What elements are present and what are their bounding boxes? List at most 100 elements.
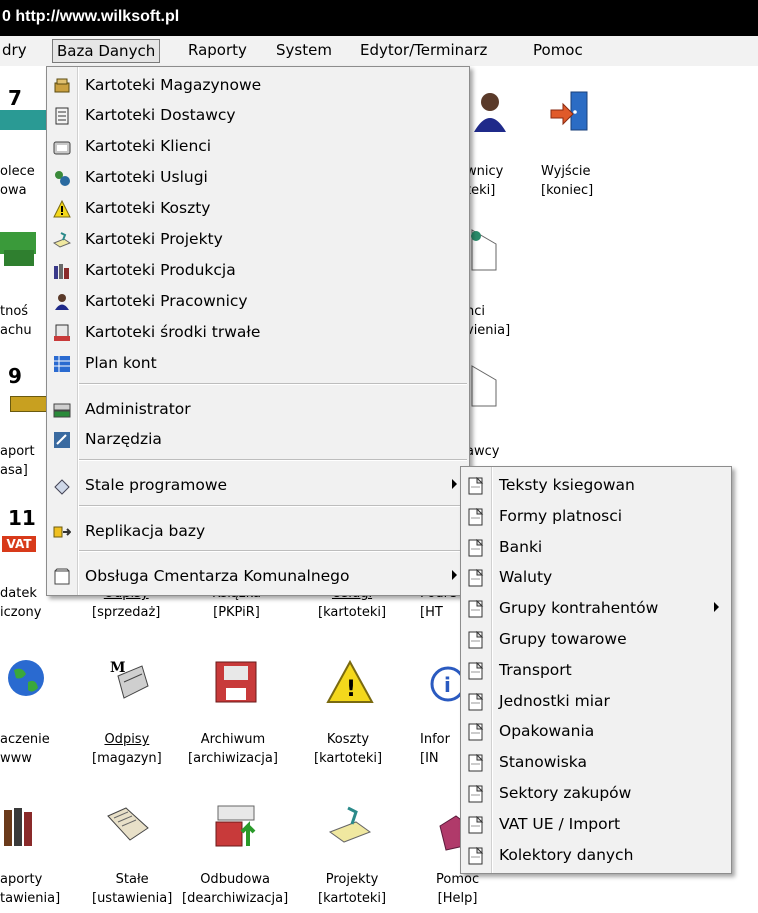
desk-label-koszty[interactable]: Koszty [kartoteki] bbox=[314, 730, 382, 768]
desk-label-platnosci[interactable]: tnoś achu bbox=[0, 302, 32, 340]
menu-kadry[interactable]: dry bbox=[2, 41, 27, 59]
desk-label-dostawcy[interactable]: awcy bbox=[466, 442, 499, 461]
books-icon[interactable] bbox=[2, 802, 50, 850]
menu-item-plan-kont[interactable]: Plan kont bbox=[47, 349, 469, 379]
submenu-item-waluty[interactable]: Waluty bbox=[461, 563, 731, 593]
warehouse-icon bbox=[54, 78, 70, 93]
number-11-label: 11 bbox=[8, 506, 36, 530]
submenu-item-transport[interactable]: Transport bbox=[461, 656, 731, 686]
menu-item-stale-programowe[interactable]: Stale programowe bbox=[47, 471, 469, 501]
submenu-item-label: Teksty ksiegowan bbox=[499, 476, 635, 494]
submenu-item-sektory-zakup-w[interactable]: Sektory zakupów bbox=[461, 779, 731, 809]
floppy-icon[interactable] bbox=[212, 658, 260, 706]
menu-item-replikacja-bazy[interactable]: Replikacja bazy bbox=[47, 517, 469, 547]
services-icon bbox=[55, 171, 70, 186]
submenu-item-teksty-ksiegowan[interactable]: Teksty ksiegowan bbox=[461, 471, 731, 501]
document-icon bbox=[468, 815, 484, 834]
printer-icon[interactable]: M bbox=[104, 656, 152, 704]
desk-label-informacje[interactable]: Infor [IN bbox=[420, 730, 450, 768]
submenu-arrow-icon bbox=[452, 479, 457, 489]
desk-label-stale[interactable]: Stałe [ustawienia] bbox=[92, 870, 172, 908]
document-icon bbox=[468, 507, 484, 526]
menu-item-kartoteki-klienci[interactable]: Kartoteki Klienci bbox=[47, 132, 469, 162]
replication-icon bbox=[53, 526, 71, 538]
submenu-item-stanowiska[interactable]: Stanowiska bbox=[461, 748, 731, 778]
restore-icon[interactable] bbox=[212, 802, 260, 850]
desk-label-olece[interactable]: olece owa bbox=[0, 162, 35, 200]
info-icon[interactable]: i bbox=[424, 662, 464, 710]
desk-label-raporty-ustawienia[interactable]: aporty tawienia] bbox=[0, 870, 60, 908]
menu-item-kartoteki-projekty[interactable]: Kartoteki Projekty bbox=[47, 225, 469, 255]
submenu-arrow-icon bbox=[714, 602, 719, 613]
submenu-item-vat-ue-import[interactable]: VAT UE / Import bbox=[461, 810, 731, 840]
exit-door-icon[interactable] bbox=[547, 88, 595, 136]
supplier-icon bbox=[55, 107, 69, 125]
document-arrow-icon[interactable] bbox=[466, 226, 514, 274]
menu-item-label: Replikacja bazy bbox=[85, 522, 206, 540]
desk-label-pomoc[interactable]: Pomoc [Help] bbox=[436, 870, 479, 908]
employee-desk-icon[interactable] bbox=[466, 86, 514, 134]
menu-item-kartoteki-uslugi[interactable]: Kartoteki Uslugi bbox=[47, 163, 469, 193]
submenu-item-jednostki-miar[interactable]: Jednostki miar bbox=[461, 687, 731, 717]
desk-label-polaczenie[interactable]: aczenie www bbox=[0, 730, 50, 768]
document-icon bbox=[468, 661, 484, 680]
open-book-icon[interactable] bbox=[104, 802, 152, 850]
desk-label-projekty[interactable]: Projekty [kartoteki] bbox=[318, 870, 386, 908]
stale-programowe-submenu: Teksty ksiegowan Formy platnosci Banki Walu… bbox=[460, 466, 732, 874]
menu-item-administrator[interactable]: Administrator bbox=[47, 395, 469, 425]
menu-raporty[interactable]: Raporty bbox=[188, 41, 247, 59]
menu-item-kartoteki-rodki-trwa-e[interactable]: Kartoteki środki trwałe bbox=[47, 318, 469, 348]
menu-separator bbox=[79, 383, 467, 385]
desk-label-pracownicy[interactable]: wnicy teki] bbox=[466, 162, 503, 200]
submenu-item-label: VAT UE / Import bbox=[499, 814, 621, 833]
menu-item-kartoteki-koszty[interactable]: Kartoteki Koszty bbox=[47, 194, 469, 224]
menu-item-label: Kartoteki Dostawcy bbox=[85, 106, 236, 124]
menu-item-kartoteki-produkcja[interactable]: Kartoteki Produkcja bbox=[47, 256, 469, 286]
submenu-item-label: Transport bbox=[499, 660, 572, 679]
menu-item-kartoteki-magazynowe[interactable]: Kartoteki Magazynowe bbox=[47, 71, 469, 101]
menu-item-label: Kartoteki Klienci bbox=[85, 137, 212, 155]
menu-pomoc[interactable]: Pomoc bbox=[533, 41, 583, 59]
submenu-item-kolektory-danych[interactable]: Kolektory danych bbox=[461, 841, 731, 871]
menu-item-narz-dzia[interactable]: Narzędzia bbox=[47, 425, 469, 455]
submenu-item-grupy-kontrahent-w[interactable]: Grupy kontrahentów bbox=[461, 594, 731, 624]
menu-system[interactable]: System bbox=[276, 41, 332, 59]
desk-label-odbudowa[interactable]: Odbudowa [dearchiwizacja] bbox=[182, 870, 288, 908]
document-icon bbox=[468, 846, 484, 865]
menu-item-label: Narzędzia bbox=[85, 430, 162, 448]
assets-icon bbox=[54, 324, 70, 341]
menu-baza-danych[interactable]: Baza Danych bbox=[52, 39, 161, 63]
menu-item-label: Kartoteki Pracownicy bbox=[85, 292, 248, 310]
svg-text:!: ! bbox=[346, 677, 356, 702]
warning-desk-icon[interactable]: ! bbox=[326, 658, 374, 706]
vat-badge-icon[interactable]: VAT bbox=[2, 536, 36, 552]
menu-item-kartoteki-dostawcy[interactable]: Kartoteki Dostawcy bbox=[47, 101, 469, 131]
menu-edytor-terminarz[interactable]: Edytor/Terminarz bbox=[360, 41, 487, 59]
desk-label-wyjscie[interactable]: Wyjście [koniec] bbox=[541, 162, 593, 200]
globe-icon[interactable] bbox=[4, 656, 52, 704]
submenu-item-opakowania[interactable]: Opakowania bbox=[461, 717, 731, 747]
submenu-arrow-icon bbox=[452, 570, 457, 580]
menu-separator bbox=[79, 550, 467, 552]
menu-item-label: Kartoteki Koszty bbox=[85, 199, 211, 217]
document-icon bbox=[468, 477, 484, 495]
desk-label-ustawienia[interactable]: nci vienia] bbox=[466, 302, 510, 340]
submenu-item-banki[interactable]: Banki bbox=[461, 533, 731, 563]
menu-item-label: Plan kont bbox=[85, 354, 157, 372]
submenu-item-grupy-towarowe[interactable]: Grupy towarowe bbox=[461, 625, 731, 655]
document-icon bbox=[468, 692, 484, 711]
projects-desk-icon[interactable] bbox=[326, 802, 374, 850]
teal-bar-icon[interactable] bbox=[0, 110, 48, 130]
desk-label-odpisy-magazyn[interactable]: Odpisy [magazyn] bbox=[92, 730, 162, 768]
submenu-item-formy-platnosci[interactable]: Formy platnosci bbox=[461, 502, 731, 532]
menu-item-kartoteki-pracownicy[interactable]: Kartoteki Pracownicy bbox=[47, 287, 469, 317]
menu-separator bbox=[79, 459, 467, 461]
report-icon[interactable] bbox=[10, 396, 50, 412]
desk-label-archiwum[interactable]: Archiwum [archiwizacja] bbox=[188, 730, 278, 768]
document-icon bbox=[468, 631, 484, 649]
menu-item-obs-uga-cmentarza-komunalnego[interactable]: Obsługa Cmentarza Komunalnego bbox=[47, 562, 469, 592]
desk-label-raport-kasa[interactable]: aport asa] bbox=[0, 442, 35, 480]
document-icon-2[interactable] bbox=[466, 362, 514, 410]
desk-label-podatek[interactable]: datek iczony bbox=[0, 584, 41, 622]
money-icon[interactable] bbox=[0, 226, 40, 274]
